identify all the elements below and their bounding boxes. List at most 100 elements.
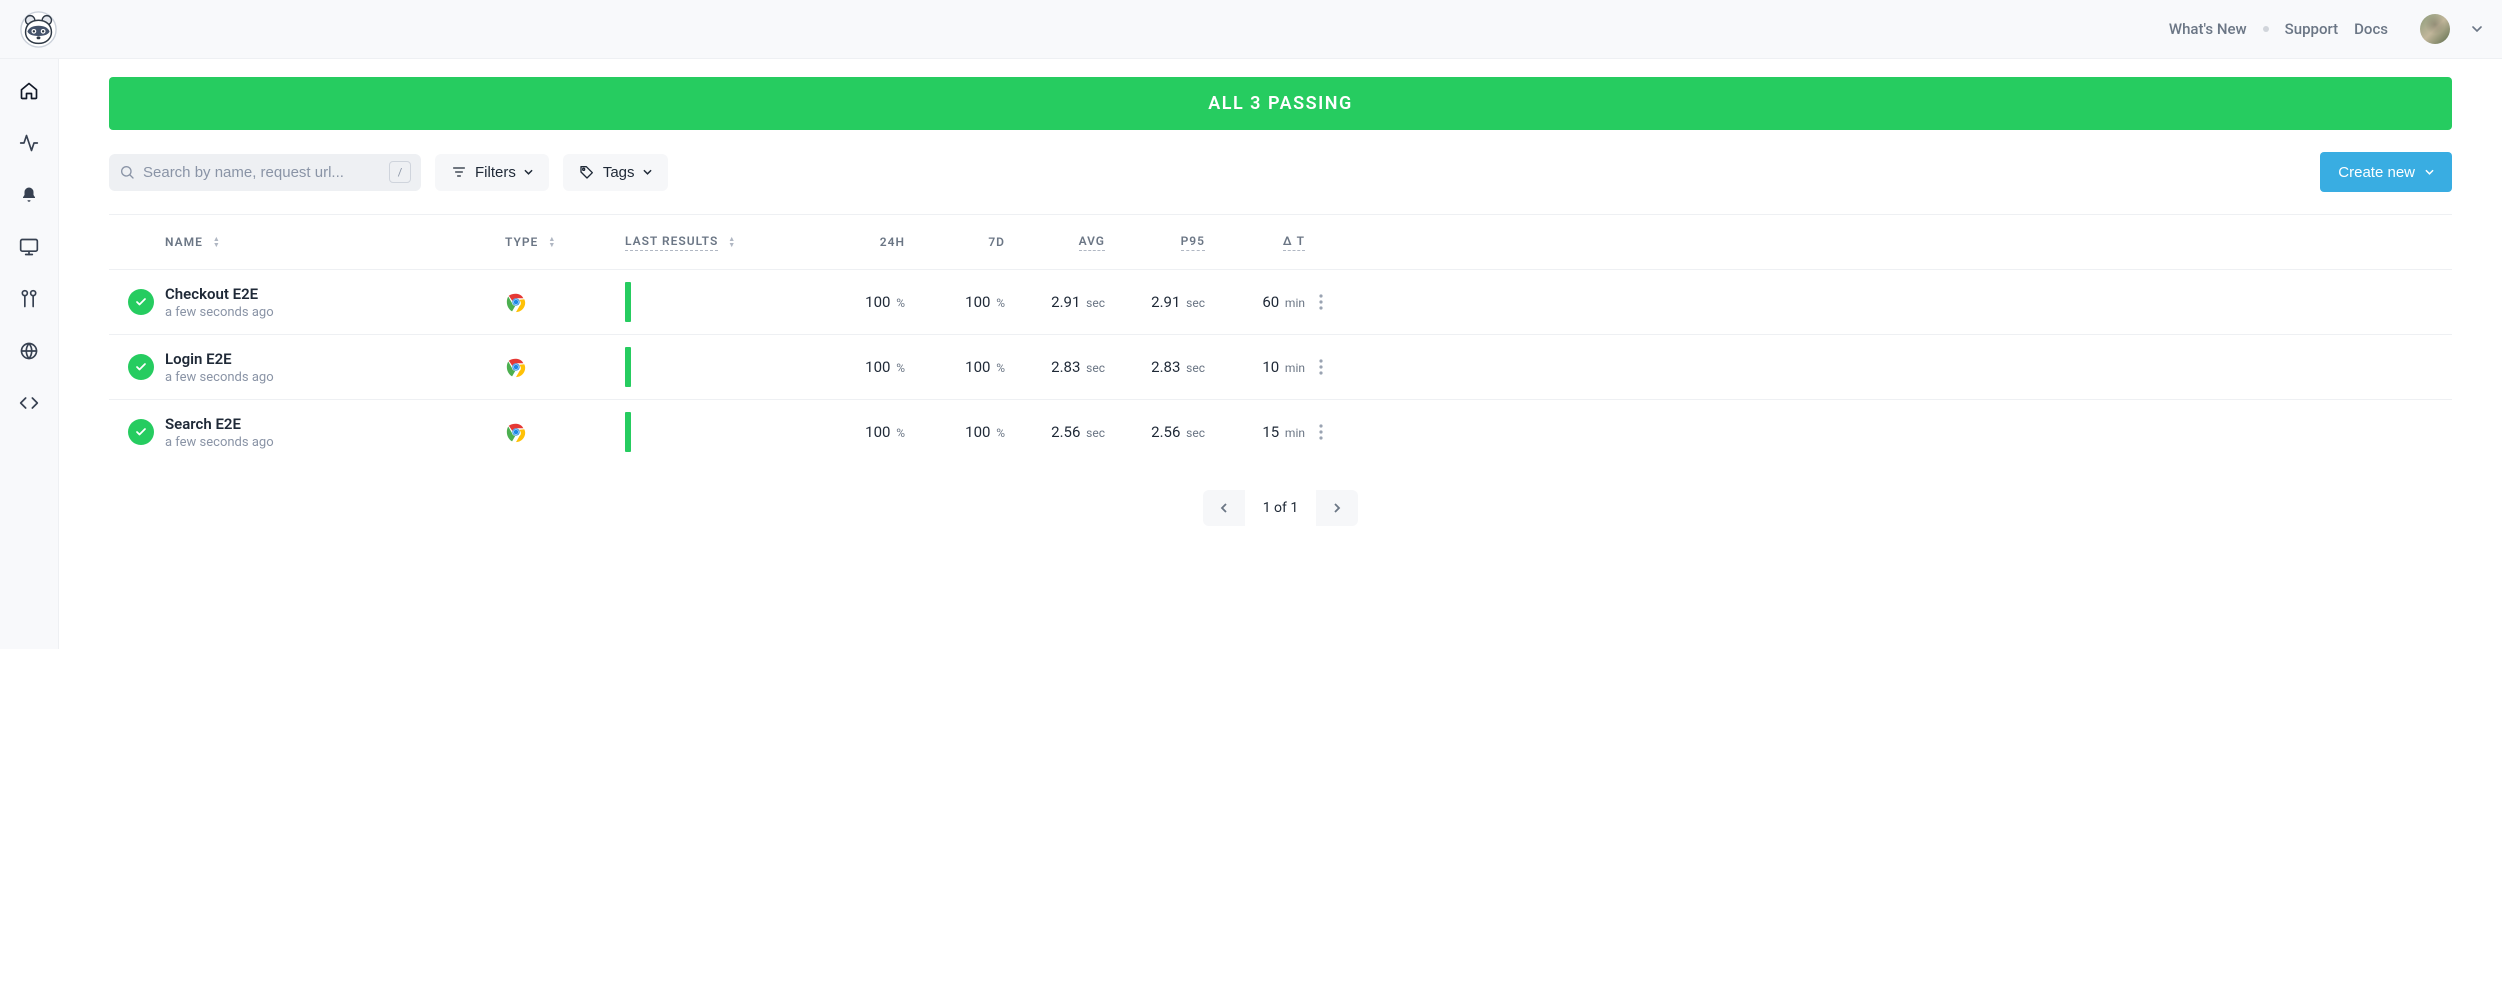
home-icon[interactable] [17, 79, 41, 103]
row-actions-menu[interactable] [1319, 424, 1323, 440]
page-label: 1 of 1 [1245, 500, 1317, 516]
dot-separator-icon [2263, 26, 2269, 32]
sort-arrows-icon: ▲▼ [548, 236, 556, 248]
metric-avg: 2.83 sec [1005, 358, 1105, 376]
main: ALL 3 PASSING / Filters Tags Create new [59, 59, 2502, 649]
next-page-button[interactable] [1316, 490, 1358, 526]
topnav: What's New Support Docs [2169, 14, 2482, 44]
metric-7d: 100 % [905, 293, 1005, 311]
logo[interactable] [20, 11, 57, 48]
last-results-cell [625, 412, 805, 452]
sort-arrows-icon: ▲▼ [728, 236, 736, 248]
row-actions-menu[interactable] [1319, 359, 1323, 375]
col-name[interactable]: NAME ▲▼ [165, 235, 505, 249]
metric-dt: 10 min [1205, 358, 1305, 376]
tools-icon[interactable] [17, 287, 41, 311]
user-menu-caret-icon[interactable] [2472, 26, 2482, 32]
code-icon[interactable] [17, 391, 41, 415]
monitor-icon[interactable] [17, 235, 41, 259]
col-7d: 7D [905, 235, 1005, 249]
check-cell: Checkout E2E a few seconds ago [165, 284, 505, 320]
chrome-icon [505, 291, 527, 313]
check-name: Login E2E [165, 349, 505, 370]
check-cell: Login E2E a few seconds ago [165, 349, 505, 385]
chevron-down-icon [524, 169, 533, 175]
raccoon-logo-icon [20, 11, 57, 48]
globe-icon[interactable] [17, 339, 41, 363]
col-last-results[interactable]: LAST RESULTS ▲▼ [625, 234, 805, 251]
create-new-label: Create new [2338, 164, 2415, 181]
shortcut-hint: / [389, 161, 411, 183]
col-dt-label: Δ T [1283, 234, 1305, 251]
check-time: a few seconds ago [165, 435, 505, 450]
metric-p95: 2.56 sec [1105, 423, 1205, 441]
col-name-label: NAME [165, 235, 203, 249]
table-row[interactable]: Checkout E2E a few seconds ago 100 % 100… [109, 269, 2452, 334]
status-passing-icon [128, 419, 154, 445]
prev-page-button[interactable] [1203, 490, 1245, 526]
col-p95-label: P95 [1181, 234, 1205, 251]
result-bar-icon [625, 282, 631, 322]
metric-7d: 100 % [905, 423, 1005, 441]
col-avg-label: AVG [1079, 234, 1105, 251]
metric-24h: 100 % [805, 423, 905, 441]
topbar: What's New Support Docs [0, 0, 2502, 59]
tags-button[interactable]: Tags [563, 154, 668, 191]
table-row[interactable]: Login E2E a few seconds ago 100 % 100 % … [109, 334, 2452, 399]
col-last-results-label: LAST RESULTS [625, 234, 718, 251]
search-input[interactable] [143, 164, 389, 181]
search-input-wrap[interactable]: / [109, 154, 421, 191]
chevron-down-icon [2425, 169, 2434, 175]
col-type-label: TYPE [505, 235, 538, 249]
table-row[interactable]: Search E2E a few seconds ago 100 % 100 %… [109, 399, 2452, 464]
filters-button[interactable]: Filters [435, 154, 549, 191]
check-time: a few seconds ago [165, 305, 505, 320]
caret-left-icon [1220, 503, 1228, 513]
whats-new-link[interactable]: What's New [2169, 20, 2247, 38]
sort-arrows-icon: ▲▼ [213, 236, 221, 248]
col-p95: P95 [1105, 234, 1205, 251]
check-name: Checkout E2E [165, 284, 505, 305]
status-passing-icon [128, 289, 154, 315]
support-link[interactable]: Support [2285, 20, 2338, 38]
sidebar [0, 59, 59, 649]
check-name: Search E2E [165, 414, 505, 435]
last-results-cell [625, 347, 805, 387]
table-header: NAME ▲▼ TYPE ▲▼ LAST RESULTS ▲▼ 24H 7D A… [109, 215, 2452, 269]
col-dt: Δ T [1205, 234, 1305, 251]
metric-dt: 15 min [1205, 423, 1305, 441]
chevron-down-icon [643, 169, 652, 175]
col-24h-label: 24H [880, 235, 905, 249]
metric-24h: 100 % [805, 293, 905, 311]
metric-p95: 2.91 sec [1105, 293, 1205, 311]
col-7d-label: 7D [988, 235, 1005, 249]
chrome-icon [505, 356, 527, 378]
row-actions-menu[interactable] [1319, 294, 1323, 310]
pagination: 1 of 1 [109, 490, 2452, 526]
tags-label: Tags [603, 164, 635, 181]
checks-table: NAME ▲▼ TYPE ▲▼ LAST RESULTS ▲▼ 24H 7D A… [109, 214, 2452, 464]
metric-avg: 2.56 sec [1005, 423, 1105, 441]
metric-7d: 100 % [905, 358, 1005, 376]
result-bar-icon [625, 412, 631, 452]
metric-avg: 2.91 sec [1005, 293, 1105, 311]
chrome-icon [505, 421, 527, 443]
check-cell: Search E2E a few seconds ago [165, 414, 505, 450]
metric-dt: 60 min [1205, 293, 1305, 311]
metric-24h: 100 % [805, 358, 905, 376]
filter-icon [451, 164, 467, 180]
last-results-cell [625, 282, 805, 322]
toolbar: / Filters Tags Create new [109, 152, 2452, 192]
tag-icon [579, 164, 595, 180]
avatar[interactable] [2420, 14, 2450, 44]
docs-link[interactable]: Docs [2354, 20, 2388, 38]
col-24h: 24H [805, 235, 905, 249]
status-banner: ALL 3 PASSING [109, 77, 2452, 130]
bell-icon[interactable] [17, 183, 41, 207]
activity-icon[interactable] [17, 131, 41, 155]
search-icon [119, 164, 135, 180]
col-avg: AVG [1005, 234, 1105, 251]
col-type[interactable]: TYPE ▲▼ [505, 235, 625, 249]
status-passing-icon [128, 354, 154, 380]
create-new-button[interactable]: Create new [2320, 152, 2452, 192]
